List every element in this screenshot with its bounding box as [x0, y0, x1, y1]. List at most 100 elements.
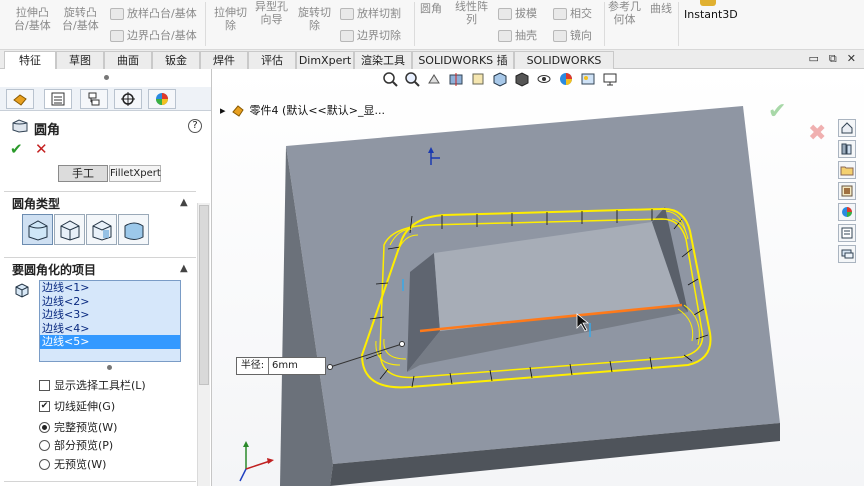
linear-pattern-label: 线性阵 列 [455, 0, 488, 26]
custom-properties-tab[interactable] [838, 224, 856, 242]
list-resize-handle[interactable] [107, 365, 112, 370]
design-library-tab[interactable] [838, 140, 856, 158]
collapse-chevron-icon[interactable]: ▲ [180, 263, 188, 274]
extruded-boss-button[interactable]: 拉伸凸 台/基体 [14, 6, 51, 32]
solidworks-resources-tab[interactable] [838, 119, 856, 137]
help-icon[interactable]: ? [188, 119, 202, 133]
manager-tab-strip [0, 87, 211, 111]
property-manager-tab[interactable] [44, 89, 72, 109]
panel-grip-handle[interactable] [104, 75, 109, 80]
custom-properties-icon [841, 227, 853, 239]
lofted-cut-button[interactable]: 放样切割 [340, 7, 401, 20]
instant3d-button[interactable]: Instant3D [684, 8, 738, 21]
view-settings-button[interactable] [602, 71, 618, 87]
configuration-manager-tab[interactable] [80, 89, 108, 109]
dimxpert-manager-tab[interactable] [114, 89, 142, 109]
confirmation-ok-icon[interactable]: ✔ [768, 99, 786, 124]
checkbox-unchecked-icon [39, 379, 50, 391]
restore-icon[interactable]: ⧉ [829, 52, 837, 66]
variable-size-fillet-icon [60, 219, 79, 241]
tab-solidworks-mbd[interactable]: SOLIDWORKS MBD [514, 51, 614, 84]
boundary-cut-button[interactable]: 边界切除 [340, 29, 401, 42]
curves-button[interactable]: 曲线 [650, 2, 672, 15]
section-view-button[interactable] [448, 71, 464, 87]
edges-selection-list[interactable]: 边线<1> 边线<2> 边线<3> 边线<4> 边线<5> [39, 280, 181, 362]
property-list-icon [51, 92, 65, 106]
hide-show-items-button[interactable] [536, 71, 552, 87]
swept-boss-button[interactable]: 放样凸台/基体 [110, 7, 197, 20]
part-icon [231, 105, 244, 117]
ok-button[interactable]: ✔ [10, 140, 23, 158]
tab-evaluate[interactable]: 评估 [248, 51, 296, 69]
edit-appearance-button[interactable] [558, 71, 574, 87]
view-palette-icon [841, 185, 853, 197]
close-icon[interactable]: ✕ [847, 52, 856, 66]
tab-solidworks-addins[interactable]: SOLIDWORKS 插件 [412, 51, 514, 84]
full-round-fillet-button[interactable] [118, 214, 149, 245]
panel-scrollbar[interactable] [197, 203, 210, 486]
full-preview-radio[interactable]: 完整预览(W) [39, 419, 117, 435]
filletxpert-mode-tab[interactable]: FilletXpert [109, 165, 161, 182]
collapse-chevron-icon[interactable]: ▲ [180, 197, 188, 208]
feature-manager-tab[interactable] [6, 89, 34, 109]
radius-callout[interactable]: 半径: 6mm [236, 357, 326, 375]
dynamic-annotation-button[interactable] [470, 71, 486, 87]
reference-geometry-button[interactable]: 参考几 何体 [608, 0, 641, 26]
boundary-boss-button[interactable]: 边界凸台/基体 [110, 29, 197, 42]
swept-boss-label: 放样凸台/基体 [127, 7, 197, 20]
scrollbar-thumb[interactable] [199, 205, 209, 385]
tab-sheet-metal[interactable]: 钣金 [152, 51, 200, 69]
list-item-selected[interactable]: 边线<5> [40, 335, 180, 349]
tab-render-tools[interactable]: 渲染工具 [354, 51, 412, 69]
tab-sketch[interactable]: 草图 [56, 51, 104, 69]
display-manager-tab[interactable] [148, 89, 176, 109]
shell-button[interactable]: 抽壳 [498, 29, 537, 42]
list-item[interactable]: 边线<3> [40, 308, 180, 322]
tab-render-tools-label: 渲染工具 [361, 54, 405, 67]
partial-preview-radio[interactable]: 部分预览(P) [39, 437, 113, 453]
face-fillet-button[interactable] [86, 214, 117, 245]
revolved-boss-button[interactable]: 旋转凸 台/基体 [62, 6, 99, 32]
minimize-icon[interactable]: ▭ [809, 52, 819, 66]
appearances-tab[interactable] [838, 203, 856, 221]
draft-label: 拔模 [515, 7, 537, 20]
forum-tab[interactable] [838, 245, 856, 263]
revolved-cut-button[interactable]: 旋转切 除 [298, 6, 331, 32]
flyout-feature-tree[interactable]: ▸ 零件4 (默认<<默认>_显... [220, 102, 385, 118]
tab-dimxpert[interactable]: DimXpert [296, 51, 354, 69]
previous-view-button[interactable] [426, 71, 442, 87]
file-explorer-tab[interactable] [838, 161, 856, 179]
hole-wizard-button[interactable]: 异型孔 向导 [255, 0, 288, 26]
fillet-button[interactable]: 圆角 [420, 2, 442, 15]
list-item[interactable]: 边线<4> [40, 322, 180, 336]
list-item[interactable]: 边线<2> [40, 295, 180, 309]
linear-pattern-button[interactable]: 线性阵 列 [455, 0, 488, 26]
tangent-propagation-checkbox[interactable]: ✔ 切线延伸(G) [39, 398, 115, 414]
no-preview-radio[interactable]: 无预览(W) [39, 456, 106, 472]
tab-surfaces[interactable]: 曲面 [104, 51, 152, 69]
expand-arrow-icon[interactable]: ▸ [220, 104, 226, 117]
constant-radius-fillet-button[interactable] [22, 214, 53, 245]
intersect-button[interactable]: 相交 [553, 7, 592, 20]
draft-button[interactable]: 拔模 [498, 7, 537, 20]
radius-callout-value[interactable]: 6mm [269, 358, 325, 374]
manual-mode-tab[interactable]: 手工 [58, 165, 108, 182]
zoom-to-area-button[interactable] [404, 71, 420, 87]
display-style-button[interactable] [514, 71, 530, 87]
view-palette-tab[interactable] [838, 182, 856, 200]
list-item[interactable]: 边线<1> [40, 281, 180, 295]
cancel-button[interactable]: ✕ [35, 140, 48, 158]
tab-features[interactable]: 特征 [4, 51, 56, 69]
confirmation-cancel-icon[interactable]: ✖ [808, 121, 826, 146]
section-view-icon [449, 73, 463, 86]
apply-scene-button[interactable] [580, 71, 596, 87]
mirror-button[interactable]: 镜向 [553, 29, 592, 42]
view-orientation-button[interactable] [492, 71, 508, 87]
graphics-area[interactable]: ▸ 零件4 (默认<<默认>_显... ✔ ✖ 半径: 6mm [212, 69, 864, 486]
tab-weldments[interactable]: 焊件 [200, 51, 248, 69]
variable-radius-fillet-button[interactable] [54, 214, 85, 245]
show-selection-toolbar-checkbox[interactable]: 显示选择工具栏(L) [39, 377, 146, 393]
extruded-cut-button[interactable]: 拉伸切 除 [214, 6, 247, 32]
feature-tree-icon [13, 94, 27, 106]
zoom-to-fit-button[interactable] [382, 71, 398, 87]
